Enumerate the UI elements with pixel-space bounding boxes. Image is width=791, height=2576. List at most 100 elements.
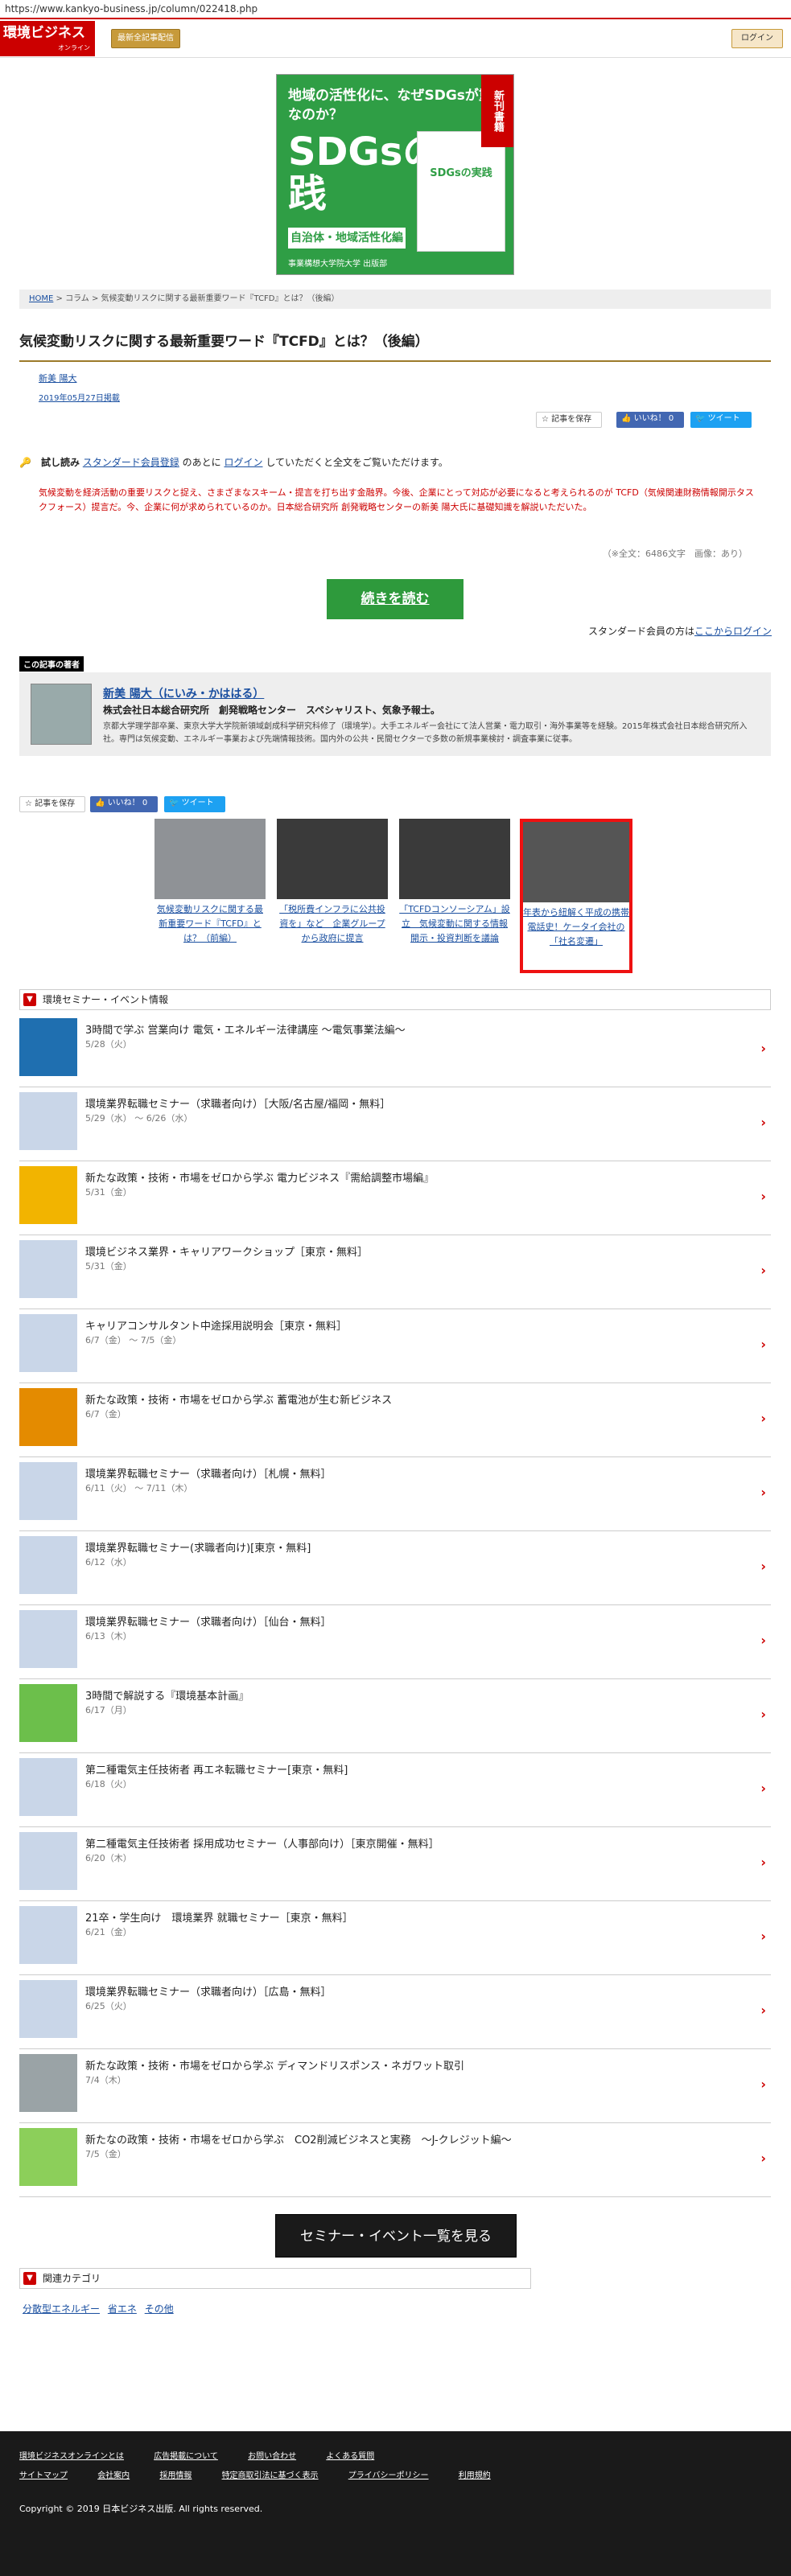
save-article-button[interactable]: ☆ 記事を保存 — [536, 412, 602, 428]
event-title[interactable]: 新たなの政策・技術・市場をゼロから学ぶ CO2削減ビジネスと実務 ～J-クレジッ… — [85, 2131, 512, 2147]
event-item[interactable]: 新たなの政策・技術・市場をゼロから学ぶ CO2削減ビジネスと実務 ～J-クレジッ… — [19, 2123, 771, 2197]
events-list: 3時間で学ぶ 営業向け 電気・エネルギー法律講座 ～電気事業法編～ 5/28（火）… — [19, 1013, 771, 2197]
breadcrumb-home[interactable]: HOME — [29, 294, 53, 303]
event-title[interactable]: 21卒・学生向け 環境業界 就職セミナー［東京・無料］ — [85, 1909, 353, 1925]
footer-link[interactable]: お問い合わせ — [248, 2452, 296, 2461]
event-item[interactable]: 環境業界転職セミナー（求職者向け）［大阪/名古屋/福岡・無料］ 5/29（水） ～… — [19, 1087, 771, 1161]
related-caption[interactable]: 年表から紐解く平成の携帯電話史！ケータイ会社の「社名変遷」 — [523, 906, 629, 949]
event-date: 5/29（水） ～ 6/26（水） — [85, 1113, 193, 1124]
trial-label: 試し読み — [40, 457, 80, 468]
chevron-right-icon[interactable]: › — [760, 2003, 766, 2018]
chevron-right-icon[interactable]: › — [760, 2151, 766, 2166]
footer-link[interactable]: よくある質問 — [326, 2452, 374, 2461]
event-title[interactable]: 新たな政策・技術・市場をゼロから学ぶ ディマンドリスポンス・ネガワット取引 — [85, 2057, 464, 2073]
chevron-right-icon[interactable]: › — [760, 1337, 766, 1352]
event-item[interactable]: 3時間で解説する『環境基本計画』 6/17（月） › — [19, 1679, 771, 1753]
event-date: 6/18（火） — [85, 1779, 132, 1789]
footer-link[interactable]: プライバシーポリシー — [348, 2471, 429, 2480]
event-title[interactable]: 環境業界転職セミナー（求職者向け）［仙台・無料］ — [85, 1613, 332, 1629]
event-item[interactable]: 第二種電気主任技術者 再エネ転職セミナー[東京・無料] 6/18（火） › — [19, 1753, 771, 1827]
event-item[interactable]: 3時間で学ぶ 営業向け 電気・エネルギー法律講座 ～電気事業法編～ 5/28（火）… — [19, 1013, 771, 1087]
chevron-right-icon[interactable]: › — [760, 1559, 766, 1574]
chevron-right-icon[interactable]: › — [760, 1115, 766, 1130]
related-article-1[interactable]: 気候変動リスクに関する最新重要ワード『TCFD』とは？（前編） — [154, 819, 266, 946]
book-ad-banner[interactable]: 地域の活性化に、なぜSDGsが重要なのか？ SDGsの実践 自治体・地域活性化編… — [276, 74, 514, 275]
event-item[interactable]: 新たな政策・技術・市場をゼロから学ぶ 電力ビジネス『需給調整市場編』 5/31（金… — [19, 1161, 771, 1235]
trial-login-link[interactable]: ログイン — [224, 457, 262, 468]
chevron-right-icon[interactable]: › — [760, 1263, 766, 1278]
tweet-button-2[interactable]: 🐦 ツイート — [164, 796, 225, 812]
facebook-like-button[interactable]: 👍 いいね！ 0 — [616, 412, 684, 428]
related-caption[interactable]: 「TCFDコンソーシアム」設立 気候変動に関する情報開示・投資判断を議論 — [399, 902, 510, 946]
chevron-right-icon[interactable]: › — [760, 1041, 766, 1056]
footer-link[interactable]: 採用情報 — [159, 2471, 192, 2480]
event-item[interactable]: 環境業界転職セミナー（求職者向け）［仙台・無料］ 6/13（木） › — [19, 1605, 771, 1679]
login-button[interactable]: ログイン — [731, 29, 783, 48]
save-article-button-2[interactable]: ☆ 記事を保存 — [19, 796, 85, 812]
event-title[interactable]: 新たな政策・技術・市場をゼロから学ぶ 電力ビジネス『需給調整市場編』 — [85, 1169, 434, 1185]
standard-signup-link[interactable]: スタンダード会員登録 — [83, 457, 179, 468]
all-events-button[interactable]: セミナー・イベント一覧を見る — [275, 2214, 517, 2258]
latest-articles-button[interactable]: 最新全記事配信 — [111, 29, 180, 48]
chevron-right-icon[interactable]: › — [760, 1189, 766, 1204]
read-more-button[interactable]: 続きを読む — [327, 579, 463, 619]
event-item[interactable]: 新たな政策・技術・市場をゼロから学ぶ ディマンドリスポンス・ネガワット取引 7/4… — [19, 2049, 771, 2123]
footer-link[interactable]: 会社案内 — [97, 2471, 130, 2480]
event-title[interactable]: 環境業界転職セミナー（求職者向け）［大阪/名古屋/福岡・無料］ — [85, 1095, 390, 1111]
chevron-right-icon[interactable]: › — [760, 1929, 766, 1944]
site-logo[interactable]: 環境ビジネス オンライン — [0, 21, 95, 56]
related-caption[interactable]: 「税所費インフラに公共投資を」など 企業グループから政府に提言 — [277, 902, 388, 946]
related-article-4[interactable]: 年表から紐解く平成の携帯電話史！ケータイ会社の「社名変遷」 — [520, 819, 632, 973]
event-item[interactable]: キャリアコンサルタント中途採用説明会［東京・無料］ 6/7（金） ～ 7/5（金）… — [19, 1309, 771, 1383]
author-profile: 新美 陽大（にいみ・かははる） 株式会社日本総合研究所 創発戦略センター スペシ… — [19, 672, 771, 756]
author-link[interactable]: 新美 陽大 — [39, 372, 77, 384]
related-caption[interactable]: 気候変動リスクに関する最新重要ワード『TCFD』とは？（前編） — [154, 902, 266, 946]
event-thumb — [19, 1462, 77, 1520]
facebook-like-button-2[interactable]: 👍 いいね！ 0 — [90, 796, 158, 812]
chevron-right-icon[interactable]: › — [760, 1633, 766, 1648]
event-item[interactable]: 第二種電気主任技術者 採用成功セミナー（人事部向け）［東京開催・無料］ 6/20（… — [19, 1827, 771, 1901]
chevron-right-icon[interactable]: › — [760, 1485, 766, 1500]
event-title[interactable]: 第二種電気主任技術者 再エネ転職セミナー[東京・無料] — [85, 1761, 348, 1777]
url-bar[interactable]: https://www.kankyo-business.jp/column/02… — [0, 0, 791, 18]
logo-text: 環境ビジネス — [3, 25, 85, 41]
event-title[interactable]: 環境業界転職セミナー（求職者向け）［広島・無料］ — [85, 1983, 332, 1999]
chevron-right-icon[interactable]: › — [760, 1411, 766, 1426]
tweet-button[interactable]: 🐦 ツイート — [690, 412, 752, 428]
event-title[interactable]: 新たな政策・技術・市場をゼロから学ぶ 蓄電池が生む新ビジネス — [85, 1391, 392, 1407]
event-title[interactable]: 環境業界転職セミナー(求職者向け)[東京・無料] — [85, 1539, 311, 1555]
category-link[interactable]: その他 — [145, 2303, 174, 2315]
category-link[interactable]: 省エネ — [108, 2303, 137, 2315]
related-article-3[interactable]: 「TCFDコンソーシアム」設立 気候変動に関する情報開示・投資判断を議論 — [399, 819, 510, 946]
chevron-right-icon[interactable]: › — [760, 1707, 766, 1722]
breadcrumb-column[interactable]: コラム — [65, 294, 89, 303]
category-link[interactable]: 分散型エネルギー — [23, 2303, 100, 2315]
footer-link[interactable]: サイトマップ — [19, 2471, 68, 2480]
chevron-right-icon[interactable]: › — [760, 2077, 766, 2092]
event-item[interactable]: 環境業界転職セミナー（求職者向け）［札幌・無料］ 6/11（火） ～ 7/11（木… — [19, 1457, 771, 1531]
save-label: 記事を保存 — [35, 799, 76, 808]
event-title[interactable]: 環境ビジネス業界・キャリアワークショップ［東京・無料］ — [85, 1243, 368, 1259]
chevron-right-icon[interactable]: › — [760, 1781, 766, 1796]
footer-link[interactable]: 特定商取引法に基づく表示 — [222, 2471, 319, 2480]
event-title[interactable]: 3時間で学ぶ 営業向け 電気・エネルギー法律講座 ～電気事業法編～ — [85, 1021, 406, 1037]
footer-link[interactable]: 利用規約 — [459, 2471, 491, 2480]
event-item[interactable]: 環境業界転職セミナー（求職者向け）［広島・無料］ 6/25（火） › — [19, 1975, 771, 2049]
event-title[interactable]: キャリアコンサルタント中途採用説明会［東京・無料］ — [85, 1317, 347, 1333]
event-item[interactable]: 21卒・学生向け 環境業界 就職セミナー［東京・無料］ 6/21（金） › — [19, 1901, 771, 1975]
event-title[interactable]: 第二種電気主任技術者 採用成功セミナー（人事部向け）［東京開催・無料］ — [85, 1835, 439, 1851]
member-login-link[interactable]: ここからログイン — [694, 626, 772, 637]
related-article-2[interactable]: 「税所費インフラに公共投資を」など 企業グループから政府に提言 — [277, 819, 388, 946]
event-item[interactable]: 環境業界転職セミナー(求職者向け)[東京・無料] 6/12（水） › — [19, 1531, 771, 1605]
event-title[interactable]: 環境業界転職セミナー（求職者向け）［札幌・無料］ — [85, 1465, 332, 1481]
book-cover: SDGsの実践 — [417, 131, 505, 252]
event-item[interactable]: 環境ビジネス業界・キャリアワークショップ［東京・無料］ 5/31（金） › — [19, 1235, 771, 1309]
event-title[interactable]: 3時間で解説する『環境基本計画』 — [85, 1687, 249, 1703]
event-date: 6/7（金） — [85, 1409, 126, 1419]
author-name[interactable]: 新美 陽大（にいみ・かははる） — [103, 685, 264, 701]
article-date[interactable]: 2019年05月27日掲載 — [39, 391, 120, 403]
event-item[interactable]: 新たな政策・技術・市場をゼロから学ぶ 蓄電池が生む新ビジネス 6/7（金） › — [19, 1383, 771, 1457]
footer-link[interactable]: 環境ビジネスオンラインとは — [19, 2452, 124, 2461]
chevron-right-icon[interactable]: › — [760, 1855, 766, 1870]
footer-link[interactable]: 広告掲載について — [154, 2452, 218, 2461]
